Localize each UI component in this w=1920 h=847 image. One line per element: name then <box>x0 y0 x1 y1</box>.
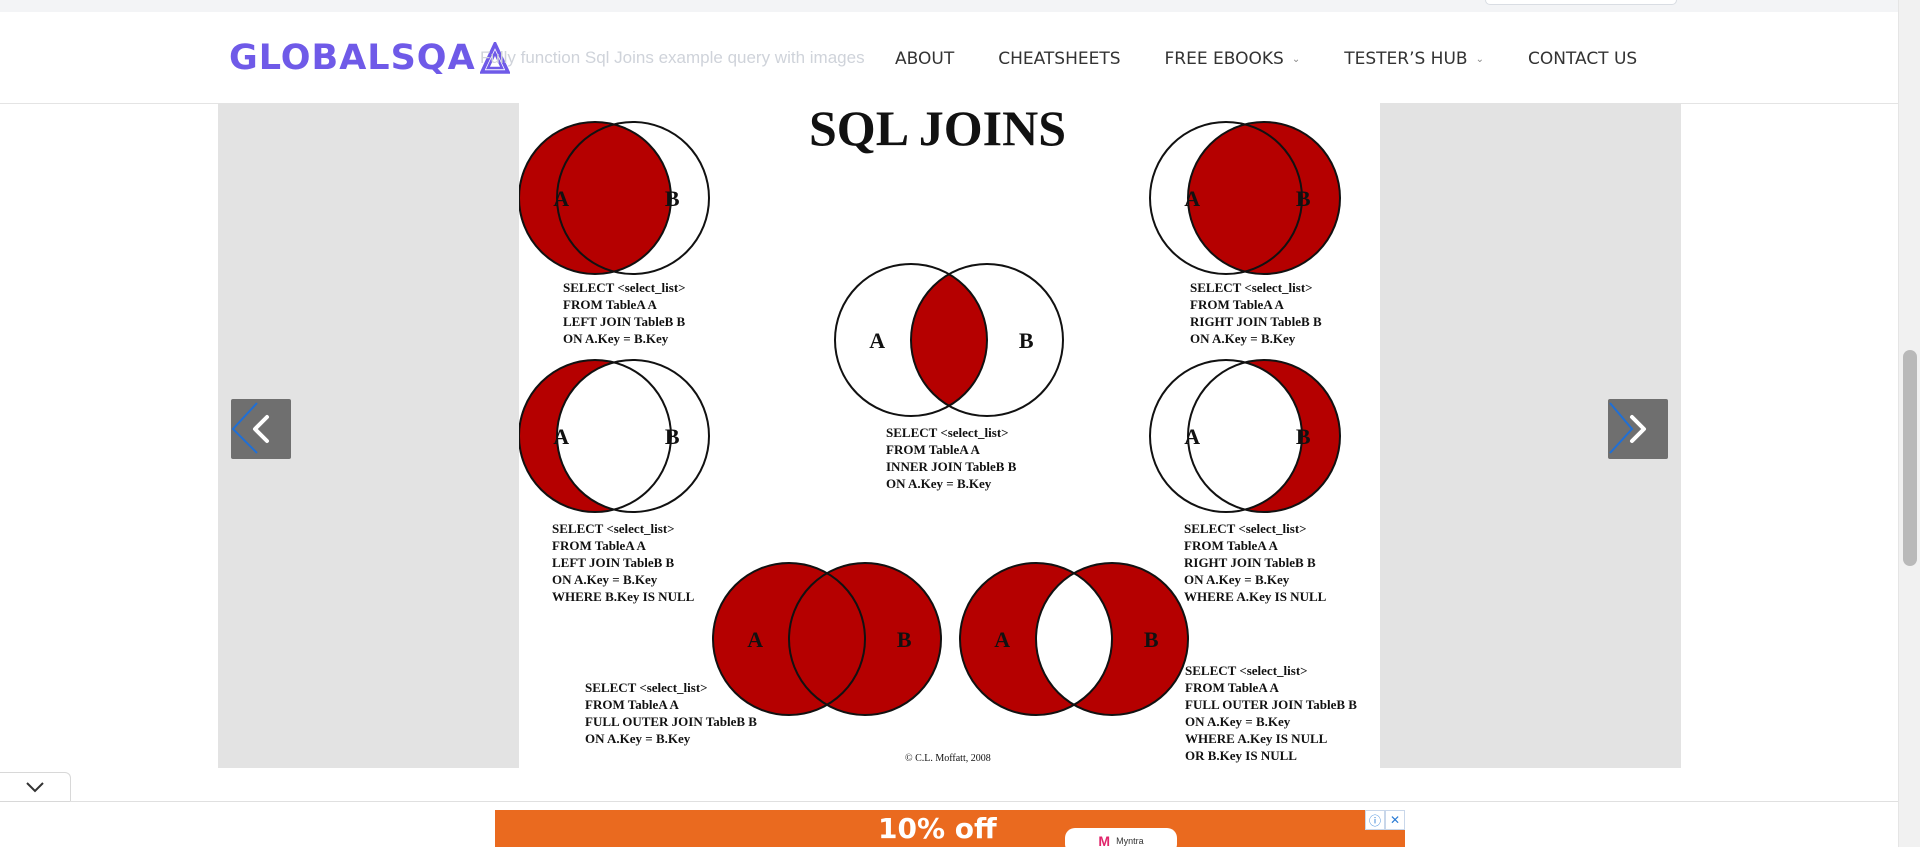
full-outer-excl-query-line: ON A.Key = B.Key <box>1185 714 1291 729</box>
nav-item-tester-s-hub[interactable]: TESTER’S HUB ⌄ <box>1344 49 1484 69</box>
divider <box>70 801 1898 802</box>
left-excl-query-line: LEFT JOIN TableB B <box>552 555 675 570</box>
ad-brand-badge[interactable]: M Myntra <box>1065 828 1177 847</box>
left-join-label-b: B <box>665 186 680 211</box>
right-join-query-line: FROM TableA A <box>1190 297 1285 312</box>
chevron-right-icon <box>1609 402 1646 454</box>
sql-joins-diagram: SQL JOINS A B SELECT <select_list> FROM Tabl… <box>519 103 1380 768</box>
nav-item-free-ebooks[interactable]: FREE EBOOKS ⌄ <box>1165 49 1301 69</box>
chevron-down-icon: ⌄ <box>1291 53 1301 65</box>
sql-joins-svg: SQL JOINS A B SELECT <select_list> FROM Tabl… <box>519 103 1357 764</box>
chevron-left-icon <box>231 402 269 454</box>
nav-item-label: FREE EBOOKS <box>1164 49 1284 69</box>
full-outer-excl-query-line: SELECT <select_list> <box>1185 663 1308 678</box>
nav-item-label: TESTER’S HUB <box>1344 49 1468 69</box>
scrollbar-thumb[interactable] <box>1903 350 1917 566</box>
right-excl-query-line: RIGHT JOIN TableB B <box>1184 555 1316 570</box>
inner-join-query-line: INNER JOIN TableB B <box>886 459 1017 474</box>
full-outer-excl-query-line: FROM TableA A <box>1185 680 1280 695</box>
full-outer-query-line: FULL OUTER JOIN TableB B <box>585 714 757 729</box>
inner-join-query-line: FROM TableA A <box>886 442 981 457</box>
right-join-query-line: RIGHT JOIN TableB B <box>1190 314 1322 329</box>
full-outer-query-line: SELECT <select_list> <box>585 680 708 695</box>
logo-text: GLOBALSQA <box>229 38 476 78</box>
right-join-query-line: ON A.Key = B.Key <box>1190 331 1296 346</box>
right-join-label-a: A <box>1184 186 1200 211</box>
full-outer-label-a: A <box>747 627 763 652</box>
left-excl-query-line: ON A.Key = B.Key <box>552 572 658 587</box>
ad-banner[interactable]: 10% off M Myntra ⓘ ✕ <box>495 810 1405 847</box>
inner-join-query-line: SELECT <select_list> <box>886 425 1009 440</box>
header-ghost-text: Fully function Sql Joins example query w… <box>480 48 865 67</box>
right-excl-label-b: B <box>1296 424 1311 449</box>
left-join-query-line: LEFT JOIN TableB B <box>563 314 686 329</box>
nav-item-label: CONTACT US <box>1527 49 1638 69</box>
left-excl-query-line: SELECT <select_list> <box>552 521 675 536</box>
nav-item-about[interactable]: ABOUT <box>895 49 954 69</box>
left-join-query-line: SELECT <select_list> <box>563 280 686 295</box>
close-icon[interactable]: ✕ <box>1385 810 1405 830</box>
chevron-down-icon: ⌄ <box>1475 53 1484 65</box>
site-header: GLOBALSQA Fully function Sql Joins examp… <box>0 12 1898 104</box>
full-outer-excl-query-line: WHERE A.Key IS NULL <box>1185 731 1328 746</box>
ad-brand-name: Myntra <box>1116 836 1144 846</box>
nav-item-label: ABOUT <box>895 49 955 69</box>
inner-join-query-line: ON A.Key = B.Key <box>886 476 992 491</box>
left-join-query-line: ON A.Key = B.Key <box>563 331 669 346</box>
collapse-ad-button[interactable] <box>0 772 71 802</box>
full-outer-query-line: FROM TableA A <box>585 697 680 712</box>
full-outer-label-b: B <box>897 627 912 652</box>
site-logo[interactable]: GLOBALSQA <box>229 38 510 78</box>
nav-item-label: CHEATSHEETS <box>998 49 1121 69</box>
diagram-title: SQL JOINS <box>809 103 1066 156</box>
page-scrollbar[interactable] <box>1898 0 1920 847</box>
right-excl-label-a: A <box>1184 424 1200 449</box>
nav-item-cheatsheets[interactable]: CHEATSHEETS <box>998 49 1120 69</box>
ad-headline: 10% off <box>878 812 997 845</box>
left-join-label-a: A <box>553 186 569 211</box>
right-join-query-line: SELECT <select_list> <box>1190 280 1313 295</box>
slider-prev-button[interactable] <box>231 399 291 459</box>
nav-item-contact-us[interactable]: CONTACT US <box>1528 49 1637 69</box>
inner-join-label-b: B <box>1019 328 1034 353</box>
ad-controls: ⓘ ✕ <box>1365 810 1405 830</box>
right-join-label-b: B <box>1296 186 1311 211</box>
search-field-edge[interactable] <box>1485 0 1677 5</box>
left-excl-label-a: A <box>553 424 569 449</box>
right-excl-query-line: WHERE A.Key IS NULL <box>1184 589 1327 604</box>
left-excl-query-line: WHERE B.Key IS NULL <box>552 589 695 604</box>
full-outer-excl-query-line: FULL OUTER JOIN TableB B <box>1185 697 1357 712</box>
inner-join-label-a: A <box>869 328 885 353</box>
chevron-down-icon <box>26 782 44 793</box>
copyright-text: © C.L. Moffatt, 2008 <box>905 753 991 764</box>
full-outer-excl-label-a: A <box>994 627 1010 652</box>
image-slider: SQL JOINS A B SELECT <select_list> FROM Tabl… <box>218 103 1681 768</box>
left-excl-label-b: B <box>665 424 680 449</box>
left-join-query-line: FROM TableA A <box>563 297 658 312</box>
slider-next-button[interactable] <box>1608 399 1668 459</box>
left-excl-query-line: FROM TableA A <box>552 538 647 553</box>
right-excl-query-line: FROM TableA A <box>1184 538 1279 553</box>
myntra-logo-icon: M <box>1098 833 1111 847</box>
right-excl-query-line: SELECT <select_list> <box>1184 521 1307 536</box>
full-outer-excl-label-b: B <box>1144 627 1159 652</box>
main-nav: ABOUT CHEATSHEETS FREE EBOOKS ⌄ TESTER’S HUB… <box>895 49 1681 69</box>
right-excl-query-line: ON A.Key = B.Key <box>1184 572 1290 587</box>
info-icon[interactable]: ⓘ <box>1365 810 1385 830</box>
full-outer-excl-query-line: OR B.Key IS NULL <box>1185 748 1297 763</box>
full-outer-query-line: ON A.Key = B.Key <box>585 731 691 746</box>
